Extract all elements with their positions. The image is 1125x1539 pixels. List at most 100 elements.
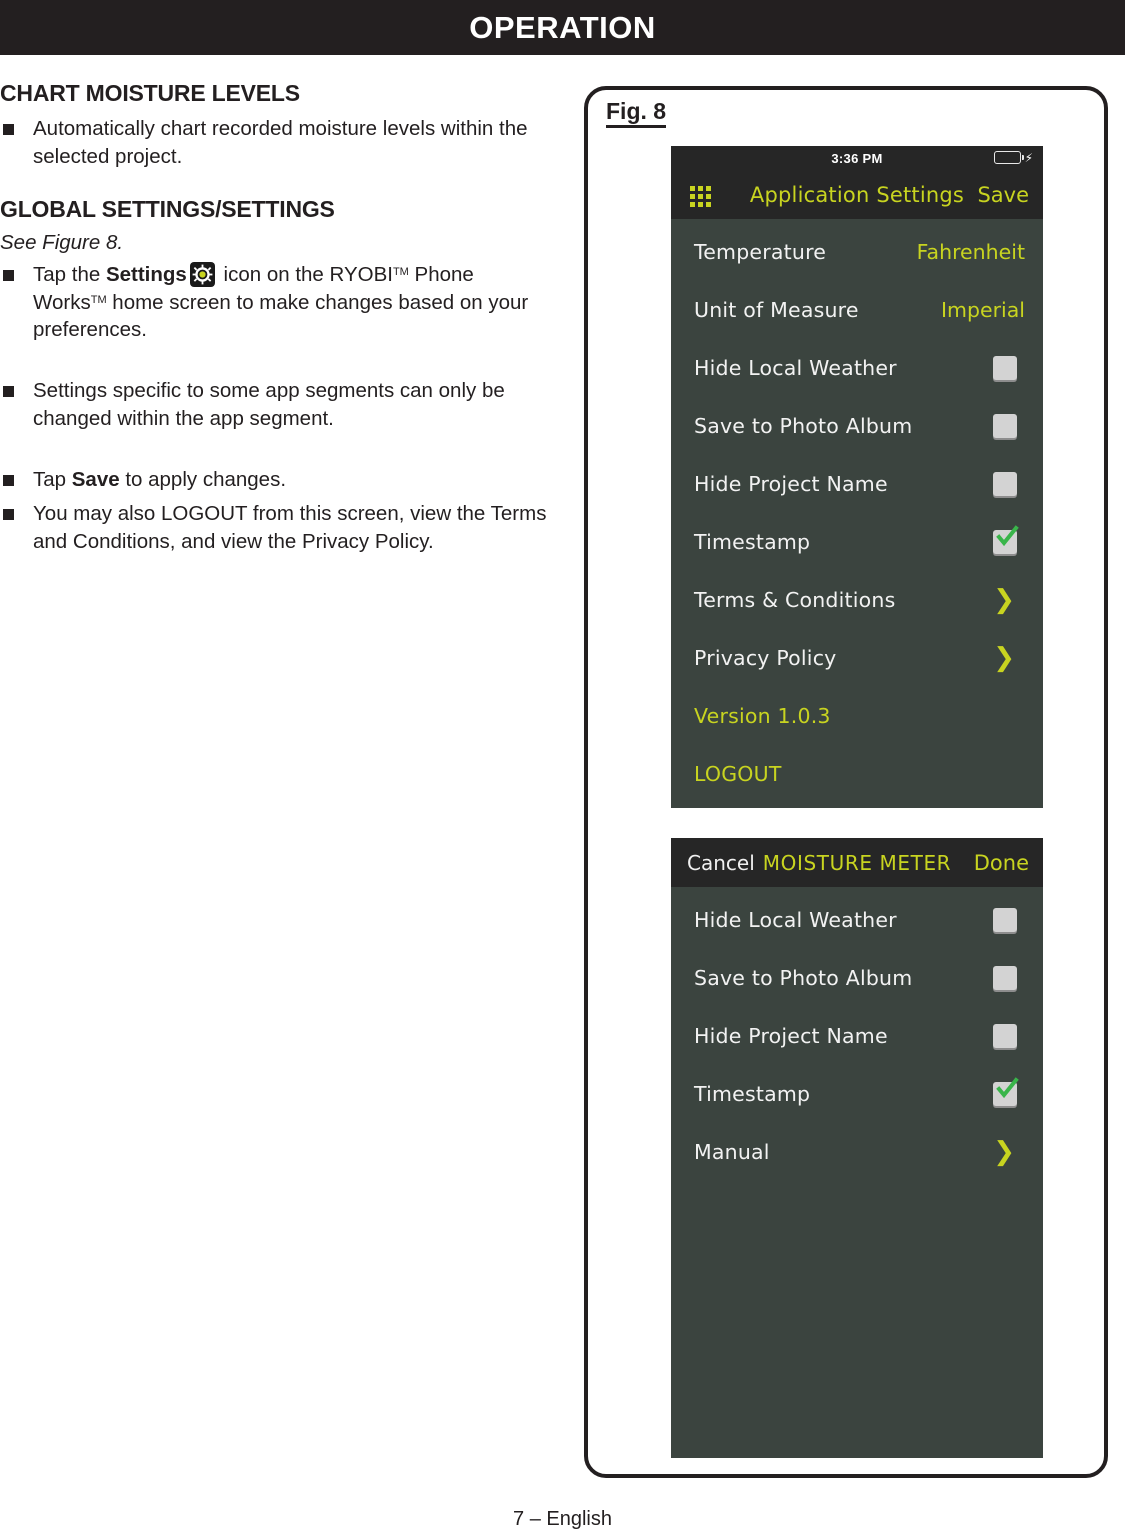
grid-cell [690,201,696,207]
battery-charging-icon: ⚡ [993,150,1033,165]
settings-row-unit-of-measure[interactable]: Unit of Measure Imperial [671,281,1043,339]
row-label: Save to Photo Album [694,414,913,438]
bullet-text-part: home screen to make changes based on you… [33,290,529,341]
grid-cell [705,201,711,207]
checkbox-hide-local-weather[interactable] [993,908,1017,932]
row-value: Imperial [940,298,1025,322]
bullet-text: Settings specific to some app segments c… [33,379,505,430]
bullet-list-settings: Tap the Settings icon on the RYOBITM Pho… [0,261,552,555]
checkbox-hide-project-name[interactable] [993,472,1017,496]
row-label: Hide Local Weather [694,908,897,932]
bullet-square-icon [3,270,14,282]
grid-cell [697,193,704,200]
row-value: Fahrenheit [916,240,1025,264]
done-button[interactable]: Done [974,851,1029,875]
row-label: Manual [694,1140,770,1164]
logout-label: LOGOUT [694,762,782,786]
see-figure-note: See Figure 8. [0,231,124,255]
checkmark-icon [996,525,1019,547]
figure-label: Fig. 8 [606,98,667,129]
list-item: Tap the Settings icon on the RYOBITM Pho… [0,261,552,370]
settings-row-hide-project-name[interactable]: Hide Project Name [671,455,1043,513]
bullet-square-icon [3,509,14,521]
row-label: Terms & Conditions [694,588,896,612]
chevron-right-icon: ❯ [993,1137,1015,1167]
list-item: You may also LOGOUT from this screen, vi… [0,500,552,555]
settings-row-manual[interactable]: Manual ❯ [671,1123,1043,1181]
row-label: Timestamp [694,530,811,554]
grid-cell [697,186,704,192]
settings-row-temperature[interactable]: Temperature Fahrenheit [671,223,1043,281]
chevron-right-icon: ❯ [993,585,1015,615]
moisture-meter-settings-list: Hide Local Weather Save to Photo Album H… [671,887,1043,1181]
cancel-button[interactable]: Cancel [687,851,755,875]
page-banner: OPERATION [0,0,1125,55]
settings-row-hide-local-weather[interactable]: Hide Local Weather [671,891,1043,949]
settings-row-save-to-photo-album[interactable]: Save to Photo Album [671,949,1043,1007]
row-label: Timestamp [694,1082,811,1106]
bullet-text: Tap the Settings icon on the RYOBITM Pho… [33,262,552,368]
settings-keyword: Settings [105,263,187,287]
list-item: Automatically chart recorded moisture le… [0,115,552,170]
chevron-right-icon: ❯ [993,643,1015,673]
checkbox-timestamp[interactable] [993,525,1019,554]
page-footer: 7 – English [513,1508,612,1530]
row-label: Hide Project Name [694,472,888,496]
checkbox-timestamp[interactable] [993,1077,1019,1106]
list-item: Settings specific to some app segments c… [0,377,552,459]
nav-bar-application-settings: Application Settings Save [671,170,1043,219]
bullet-text: You may also LOGOUT from this screen, vi… [33,502,547,553]
page-title: OPERATION [469,9,656,45]
grid-cell [705,186,711,192]
settings-row-version: Version 1.0.3 [671,687,1043,745]
grid-cell [705,193,711,200]
save-button[interactable]: Save [977,183,1029,207]
instruction-column: CHART MOISTURE LEVELS Automatically char… [0,80,552,562]
checkbox-hide-local-weather[interactable] [993,356,1017,380]
bullet-square-icon [3,124,14,136]
checkbox-save-to-photo-album[interactable] [993,966,1017,990]
figure-frame: Fig. 8 3:36 PM ⚡ Application Settings Sa… [584,86,1108,1478]
save-keyword: Save [71,468,120,492]
settings-row-timestamp[interactable]: Timestamp [671,513,1043,571]
checkmark-icon [996,1077,1019,1099]
nav-bar-moisture-meter: Cancel MOISTURE METER Done [671,838,1043,887]
row-label: Hide Project Name [694,1024,888,1048]
settings-row-save-to-photo-album[interactable]: Save to Photo Album [671,397,1043,455]
settings-list: Temperature Fahrenheit Unit of Measure I… [671,219,1043,803]
trademark-mark: TM [90,293,107,306]
list-item: Tap Save to apply changes. [0,466,552,493]
battery-body [993,151,1021,164]
row-label: Save to Photo Album [694,966,913,990]
bullet-square-icon [3,386,14,398]
version-label: Version 1.0.3 [694,704,831,728]
checkbox-save-to-photo-album[interactable] [993,414,1017,438]
settings-row-privacy-policy[interactable]: Privacy Policy ❯ [671,629,1043,687]
settings-gear-icon [189,262,215,288]
logout-button[interactable]: LOGOUT [671,745,1043,803]
checkbox-hide-project-name[interactable] [993,1024,1017,1048]
bullet-text: Tap Save to apply changes. [33,468,286,491]
status-bar-time: 3:36 PM [831,150,883,166]
settings-row-hide-local-weather[interactable]: Hide Local Weather [671,339,1043,397]
row-label: Hide Local Weather [694,356,897,380]
bullet-text-part: icon on the RYOBI [217,263,393,287]
trademark-mark: TM [392,266,409,279]
settings-row-timestamp[interactable]: Timestamp [671,1065,1043,1123]
bullet-list-chart: Automatically chart recorded moisture le… [0,115,552,170]
phone-screenshot-application-settings: 3:36 PM ⚡ Application Settings Save Temp… [671,146,1043,808]
settings-row-hide-project-name[interactable]: Hide Project Name [671,1007,1043,1065]
status-bar: 3:36 PM ⚡ [671,146,1043,170]
phone-screenshot-moisture-meter-settings: Cancel MOISTURE METER Done Hide Local We… [671,838,1043,1458]
grid-cell [690,186,696,192]
row-label: Privacy Policy [694,646,837,670]
row-label: Temperature [694,240,827,264]
grid-menu-icon[interactable] [690,186,711,207]
lightning-bolt-icon: ⚡ [1024,150,1033,165]
bullet-text-part: Tap [33,468,72,492]
battery-nub [1021,155,1024,160]
grid-cell [690,193,696,200]
settings-row-terms-and-conditions[interactable]: Terms & Conditions ❯ [671,571,1043,629]
row-label: Unit of Measure [694,298,859,322]
bullet-text: Automatically chart recorded moisture le… [33,117,528,168]
